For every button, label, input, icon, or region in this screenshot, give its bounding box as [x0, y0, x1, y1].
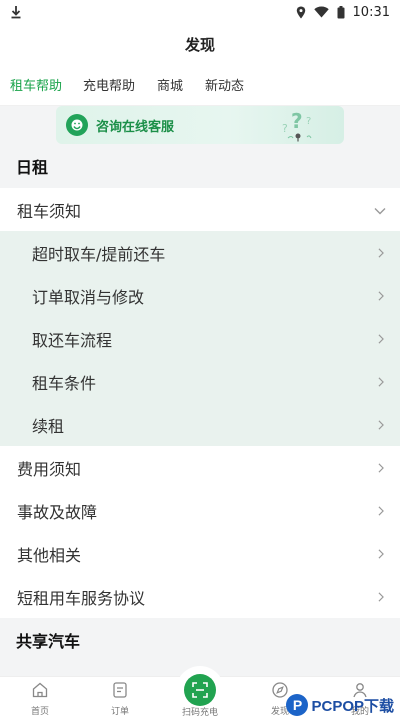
online-service-banner[interactable]: 咨询在线客服 ? ? ? [56, 106, 344, 144]
list-item-label: 订单取消与修改 [32, 287, 145, 307]
list-item[interactable]: 超时取车/提前还车 [0, 231, 400, 274]
tabbar-orders[interactable]: 订单 [80, 677, 160, 720]
list-item-label: 租车条件 [32, 373, 97, 393]
status-time: 10:31 [352, 4, 390, 20]
location-icon [296, 6, 306, 19]
list-item-label: 费用须知 [17, 459, 82, 479]
chevron-right-icon [376, 501, 386, 520]
svg-text:?: ? [291, 109, 303, 133]
list-item[interactable]: 费用须知 [0, 446, 400, 489]
watermark-text: PCPOP下载 [311, 697, 394, 715]
service-logo-icon [66, 114, 88, 136]
tab-charging-help[interactable]: 充电帮助 [75, 64, 149, 106]
chevron-down-icon [374, 200, 386, 219]
list-item-label: 超时取车/提前还车 [32, 244, 166, 264]
list-item[interactable]: 取还车流程 [0, 317, 400, 360]
list-item[interactable]: 续租 [0, 403, 400, 446]
status-bar: 10:31 [0, 0, 400, 24]
scan-icon [184, 674, 216, 706]
list-item-label: 短租用车服务协议 [17, 588, 146, 608]
tab-bar: 租车帮助 充电帮助 商城 新动态 [0, 64, 400, 106]
chevron-right-icon [376, 329, 386, 348]
chevron-right-icon [376, 587, 386, 606]
list-item[interactable]: 其他相关 [0, 532, 400, 575]
chevron-right-icon [376, 372, 386, 391]
list-item[interactable]: 租车条件 [0, 360, 400, 403]
help-content: 咨询在线客服 ? ? ? 日租 租车须知 超时取车/提前还车 订单取消与修改 取… [0, 106, 400, 676]
banner-text: 咨询在线客服 [96, 119, 175, 135]
question-marks-illustration-icon: ? ? ? [280, 108, 320, 146]
tab-mall[interactable]: 商城 [149, 64, 197, 106]
tabbar-home-label: 首页 [30, 706, 49, 717]
list-item[interactable]: 事故及故障 [0, 489, 400, 532]
page-title: 发现 [184, 35, 215, 54]
rental-notice-label: 租车须知 [17, 201, 82, 221]
list-item-label: 续租 [32, 416, 65, 436]
home-icon [31, 681, 49, 702]
rental-notice-row[interactable]: 租车须知 [0, 188, 400, 231]
chevron-right-icon [376, 415, 386, 434]
scan-charge-button[interactable] [178, 668, 222, 712]
watermark-logo: P PCPOP下载 [286, 694, 394, 716]
svg-text:?: ? [282, 122, 288, 135]
tabbar-orders-label: 订单 [110, 706, 129, 717]
chevron-right-icon [376, 243, 386, 262]
svg-text:?: ? [306, 116, 311, 127]
chevron-right-icon [376, 458, 386, 477]
list-item-label: 事故及故障 [17, 502, 98, 522]
tab-rental-help[interactable]: 租车帮助 [10, 64, 75, 106]
list-item-label: 其他相关 [17, 545, 82, 565]
list-item[interactable]: 短租用车服务协议 [0, 575, 400, 618]
list-item-label: 取还车流程 [32, 330, 113, 350]
wifi-icon [313, 6, 329, 18]
download-icon [10, 5, 22, 19]
battery-icon [337, 5, 345, 19]
chevron-right-icon [376, 286, 386, 305]
section-title-daily: 日租 [0, 144, 400, 188]
list-item[interactable]: 订单取消与修改 [0, 274, 400, 317]
section-title-shared: 共享汽车 [0, 618, 400, 662]
orders-icon [111, 681, 129, 702]
tab-news[interactable]: 新动态 [197, 64, 258, 106]
tabbar-home[interactable]: 首页 [0, 677, 80, 720]
chevron-right-icon [376, 544, 386, 563]
watermark-badge: P [286, 694, 309, 716]
